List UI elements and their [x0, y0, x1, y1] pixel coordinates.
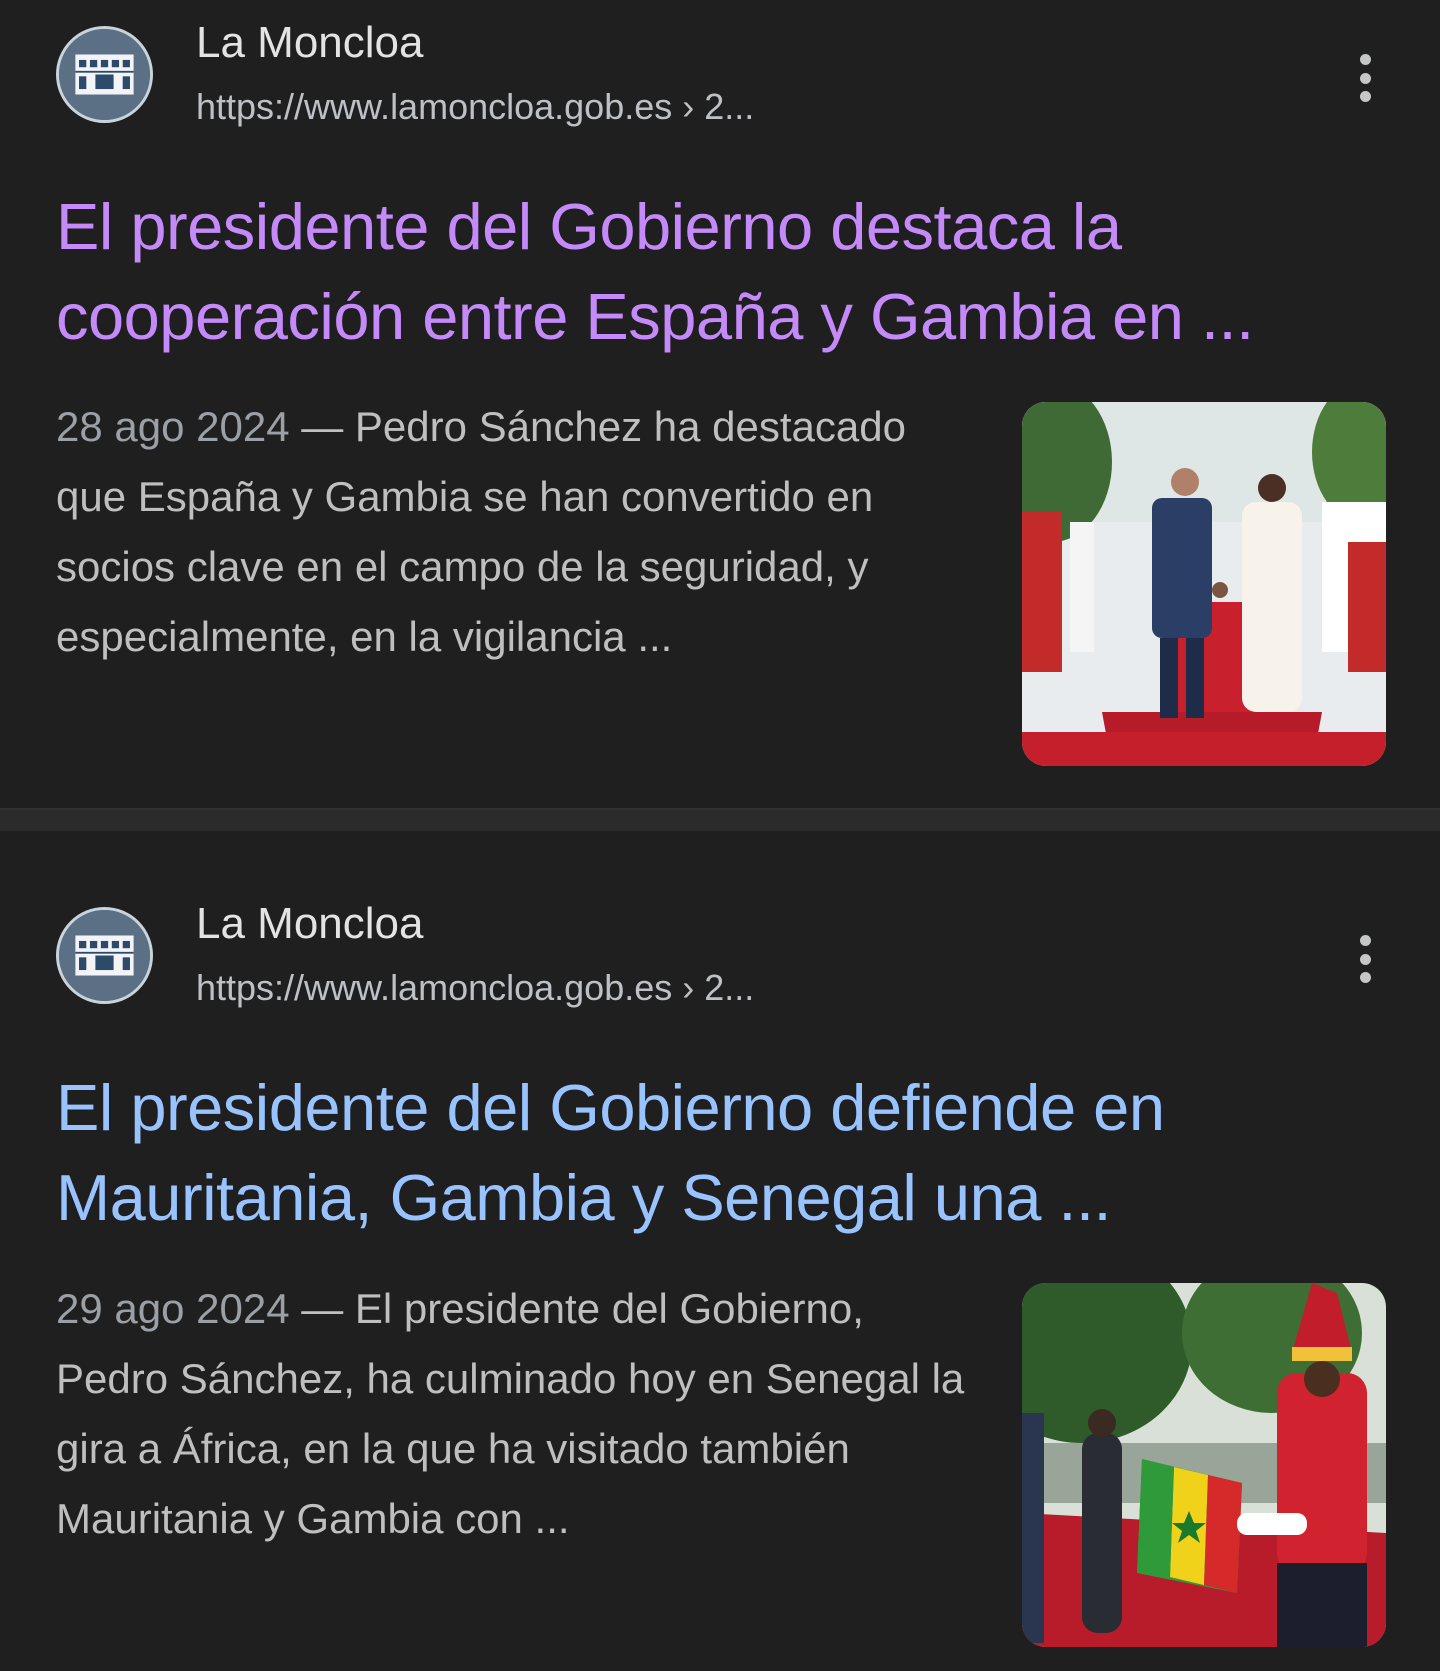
results-divider [0, 808, 1440, 831]
title-line-2: Mauritania, Gambia y Senegal una ... [56, 1161, 1112, 1234]
more-options-icon[interactable] [1350, 929, 1380, 989]
date-separator: — [289, 403, 355, 450]
result-snippet: 28 ago 2024 — Pedro Sánchez ha destacado… [56, 392, 976, 672]
moncloa-favicon-icon[interactable] [56, 907, 153, 1004]
search-result-2: La Moncloa https://www.lamoncloa.gob.es … [0, 831, 1440, 1671]
result-title-link[interactable]: El presidente del Gobierno defiende en M… [56, 1063, 1396, 1243]
result-date: 28 ago 2024 [56, 403, 290, 450]
title-line-2: cooperación entre España y Gambia en ... [56, 280, 1254, 353]
date-separator: — [289, 1285, 355, 1332]
search-result-1: La Moncloa https://www.lamoncloa.gob.es … [0, 0, 1440, 808]
title-line-1: El presidente del Gobierno destaca la [56, 190, 1122, 263]
more-options-icon[interactable] [1350, 48, 1380, 108]
site-url[interactable]: https://www.lamoncloa.gob.es › 2... [196, 967, 754, 1009]
site-name[interactable]: La Moncloa [196, 899, 423, 949]
moncloa-favicon-icon[interactable] [56, 26, 153, 123]
result-date: 29 ago 2024 [56, 1285, 290, 1332]
handshake-photo-icon [1022, 402, 1386, 766]
result-thumbnail[interactable] [1022, 402, 1386, 766]
flag-ceremony-photo-icon [1022, 1283, 1386, 1647]
result-thumbnail[interactable] [1022, 1283, 1386, 1647]
url-breadcrumb: › 2... [672, 86, 755, 127]
result-snippet: 29 ago 2024 — El presidente del Gobierno… [56, 1274, 976, 1554]
url-text: https://www.lamoncloa.gob.es [196, 86, 673, 127]
site-url[interactable]: https://www.lamoncloa.gob.es › 2... [196, 86, 754, 128]
url-text: https://www.lamoncloa.gob.es [196, 967, 673, 1008]
result-title-link[interactable]: El presidente del Gobierno destaca la co… [56, 182, 1396, 362]
title-line-1: El presidente del Gobierno defiende en [56, 1071, 1165, 1144]
site-name[interactable]: La Moncloa [196, 18, 423, 68]
url-breadcrumb: › 2... [672, 967, 755, 1008]
